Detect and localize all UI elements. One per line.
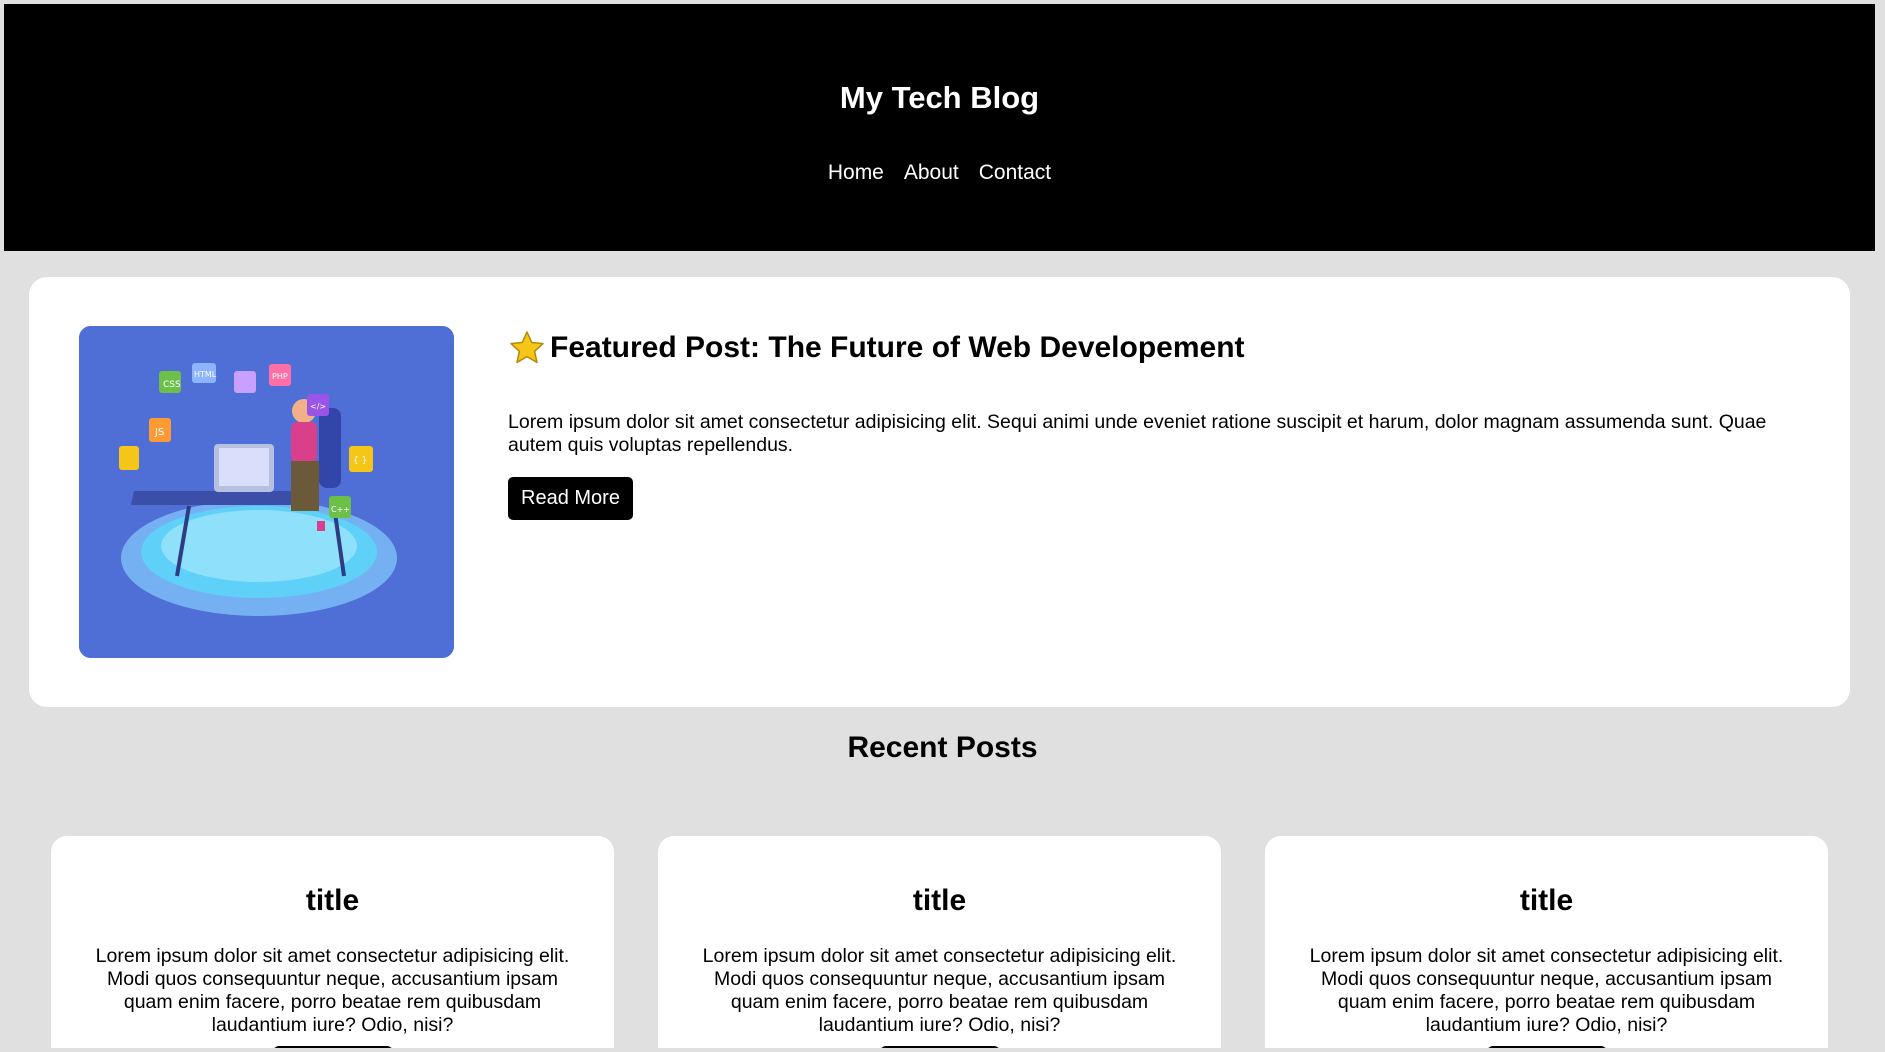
featured-post-card: CSS HTML PHP JS C++ </> { } Featured Pos…	[29, 277, 1850, 707]
featured-post-title: Featured Post: The Future of Web Develop…	[508, 329, 1245, 367]
featured-post-title-text: Featured Post: The Future of Web Develop…	[550, 331, 1245, 364]
star-icon	[508, 329, 546, 367]
post-excerpt: Lorem ipsum dolor sit amet consectetur a…	[702, 945, 1177, 1036]
main-nav: Home About Contact	[4, 161, 1875, 185]
post-excerpt: Lorem ipsum dolor sit amet consectetur a…	[1309, 945, 1784, 1036]
post-card-1: title Lorem ipsum dolor sit amet consect…	[51, 836, 614, 1052]
icon-label-cpp: C++	[331, 505, 350, 514]
icon-label-code: </>	[310, 402, 326, 411]
nav-link-contact[interactable]: Contact	[979, 161, 1051, 185]
post-card-3: title Lorem ipsum dolor sit amet consect…	[1265, 836, 1828, 1052]
post-title: title	[305, 884, 360, 917]
icon-label-php: PHP	[272, 372, 288, 381]
icon-label-html: HTML	[194, 370, 217, 379]
post-title: title	[912, 884, 967, 917]
page-bottom-edge	[0, 1048, 1885, 1052]
nav-link-about[interactable]: About	[904, 161, 959, 185]
read-more-button[interactable]: Read More	[508, 477, 633, 520]
recent-posts-grid: title Lorem ipsum dolor sit amet consect…	[0, 836, 1885, 1052]
icon-label-js: JS	[154, 427, 164, 438]
post-card-2: title Lorem ipsum dolor sit amet consect…	[658, 836, 1221, 1052]
post-excerpt: Lorem ipsum dolor sit amet consectetur a…	[95, 945, 570, 1036]
page: My Tech Blog Home About Contact CSS HTML…	[0, 0, 1885, 1052]
featured-post-image: CSS HTML PHP JS C++ </> { }	[79, 326, 454, 658]
featured-post-excerpt: Lorem ipsum dolor sit amet consectetur a…	[508, 411, 1767, 456]
site-header: My Tech Blog Home About Contact	[4, 4, 1875, 251]
site-title: My Tech Blog	[839, 80, 1040, 115]
post-title: title	[1519, 884, 1574, 917]
recent-posts-heading: Recent Posts	[847, 731, 1038, 764]
developer-illustration: CSS HTML PHP JS C++ </> { }	[79, 326, 454, 658]
icon-label-braces: { }	[353, 456, 367, 466]
icon-label-css: CSS	[163, 380, 181, 390]
nav-link-home[interactable]: Home	[828, 161, 884, 185]
